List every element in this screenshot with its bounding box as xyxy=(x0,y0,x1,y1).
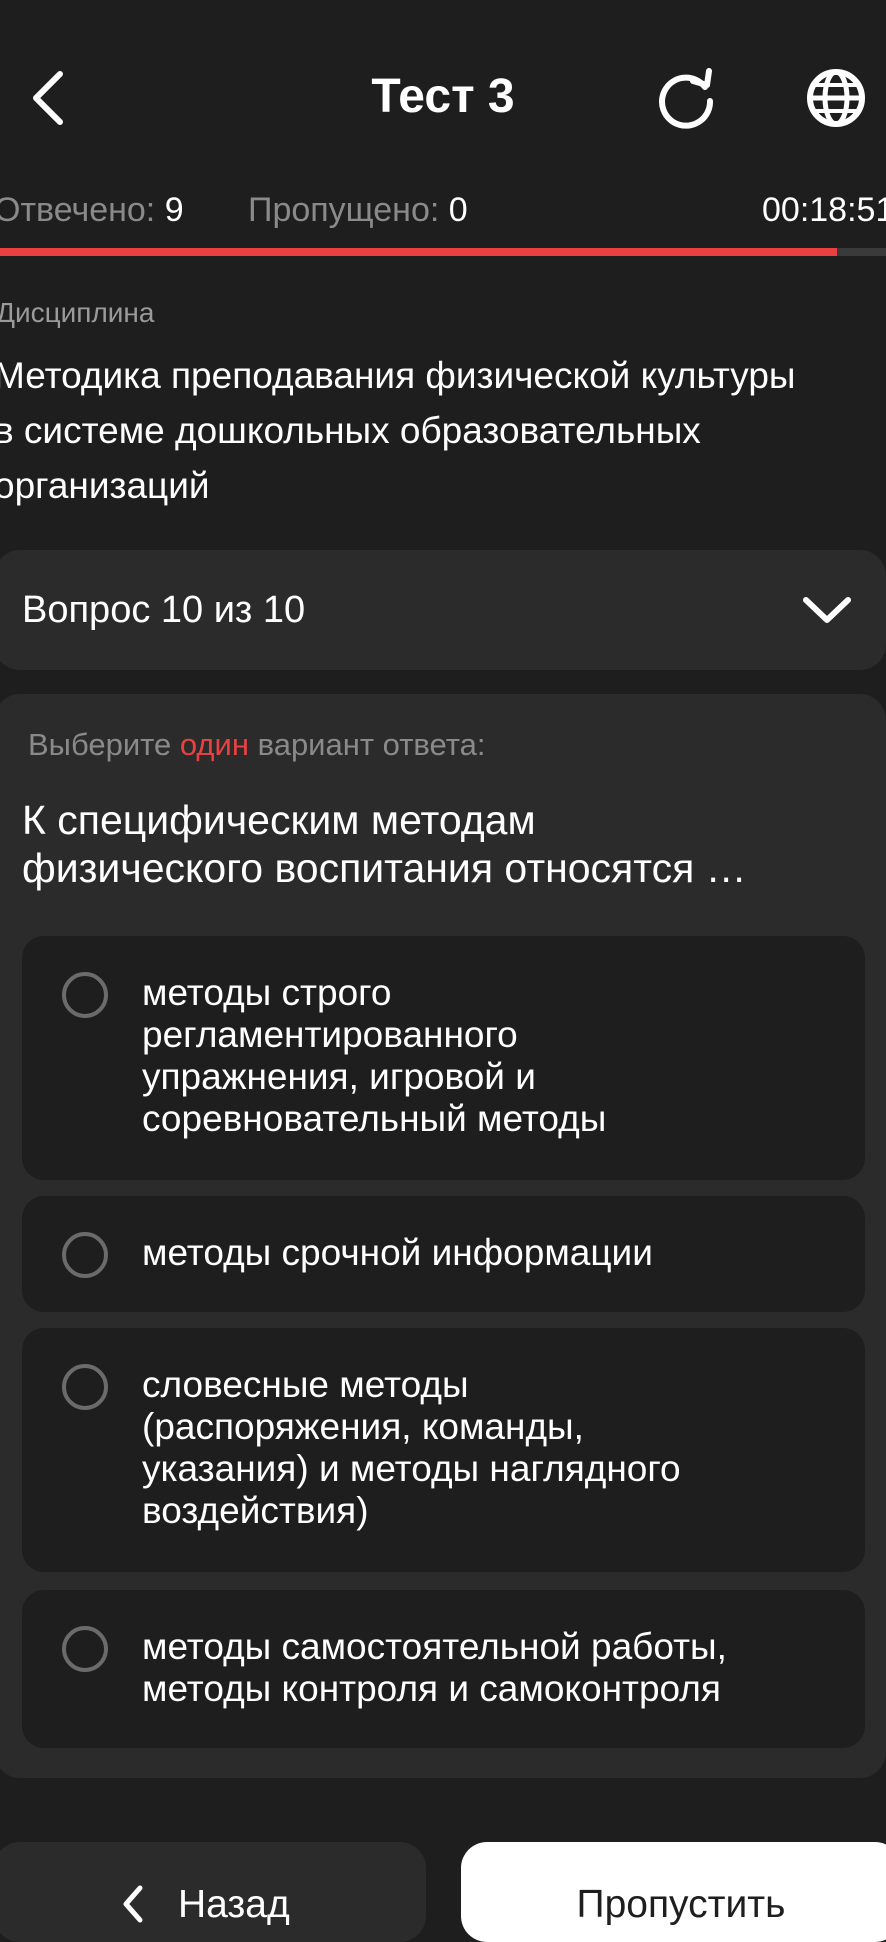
answer-option-4[interactable]: методы самостоятельной работы, методы ко… xyxy=(22,1590,865,1748)
question-selector-label: Вопрос 10 из 10 xyxy=(22,589,306,631)
reload-icon[interactable] xyxy=(648,62,724,134)
answer-option-text: методы самостоятельной работы, методы ко… xyxy=(142,1626,727,1709)
answer-option-1[interactable]: методы строго регламентированного упражн… xyxy=(22,936,865,1180)
skipped-value: 0 xyxy=(448,191,468,229)
instruction-suffix: вариант ответа: xyxy=(248,727,486,762)
globe-icon[interactable] xyxy=(798,62,874,134)
skipped-label: Пропущено: xyxy=(248,191,440,229)
answer-option-3[interactable]: словесные методы (распоряжения, команды,… xyxy=(22,1328,865,1572)
answer-instruction: Выберите один вариант ответа: xyxy=(28,726,485,764)
answered-counter: Отвечено: 9 xyxy=(0,188,184,232)
page-title: Тест 3 xyxy=(371,70,515,123)
question-selector[interactable]: Вопрос 10 из 10 xyxy=(0,550,886,670)
question-text: К специфическим методам физического восп… xyxy=(22,797,747,891)
progress-bar-fill xyxy=(0,248,838,256)
answer-option-text: методы строго регламентированного упражн… xyxy=(142,972,607,1139)
instruction-prefix: Выберите xyxy=(28,727,180,762)
radio-button[interactable] xyxy=(62,1232,108,1278)
answer-option-text: методы срочной информации xyxy=(142,1232,653,1273)
answer-option-text: словесные методы (распоряжения, команды,… xyxy=(142,1364,681,1531)
chevron-down-icon xyxy=(803,597,851,623)
skipped-counter: Пропущено: 0 xyxy=(248,188,468,232)
chevron-left-icon xyxy=(123,1885,143,1923)
app-header: Тест 3 xyxy=(0,0,886,195)
skip-button-label: Пропустить xyxy=(576,1883,786,1926)
answered-label: Отвечено: xyxy=(0,191,156,229)
discipline-caption: Дисциплина xyxy=(0,297,155,328)
instruction-accent: один xyxy=(179,727,249,762)
progress-bar xyxy=(0,248,886,256)
answer-option-2[interactable]: методы срочной информации xyxy=(22,1196,865,1312)
back-button-label: Назад xyxy=(178,1883,290,1926)
timer: 00:18:51 xyxy=(762,191,886,229)
radio-button[interactable] xyxy=(62,972,108,1018)
radio-button[interactable] xyxy=(62,1626,108,1672)
test-stats: Отвечено: 9 Пропущено: 0 00:18:51 xyxy=(0,188,886,232)
radio-button[interactable] xyxy=(62,1364,108,1410)
discipline-name: Методика преподавания физической культур… xyxy=(0,355,796,506)
skip-button[interactable]: Пропустить xyxy=(461,1842,886,1942)
answered-value: 9 xyxy=(164,191,184,229)
back-button[interactable]: Назад xyxy=(0,1842,426,1942)
